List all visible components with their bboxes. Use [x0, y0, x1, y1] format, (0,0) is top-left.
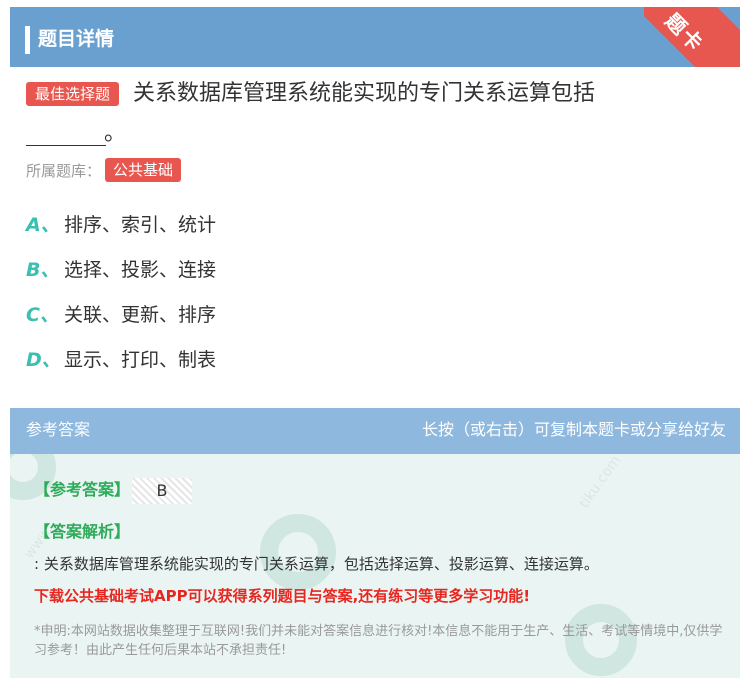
answer-value: B: [132, 478, 192, 504]
option-c[interactable]: C、 关联、更新、排序: [26, 301, 216, 329]
option-letter: D、: [26, 349, 61, 371]
option-text: 显示、打印、制表: [64, 349, 217, 371]
option-text: 排序、索引、统计: [64, 214, 217, 236]
header-bar: 题目详情 题卡: [10, 7, 740, 67]
header-accent-bar: [25, 26, 30, 54]
question-type-tag: 最佳选择题: [26, 82, 120, 106]
corner-ribbon: 题卡: [644, 7, 740, 67]
option-letter: A、: [26, 214, 60, 236]
option-b[interactable]: B、 选择、投影、连接: [26, 256, 216, 284]
disclaimer-text: *申明:本网站数据收集整理于互联网!我们并未能对答案信息进行核对!本信息不能用于…: [34, 624, 723, 658]
answer-header: 参考答案 长按（或右击）可复制本题卡或分享给好友: [10, 408, 740, 454]
ribbon-label: 题卡: [644, 7, 740, 67]
question-blank: [26, 125, 106, 146]
explanation-text: : 关系数据库管理系统能实现的专门关系运算，包括选择运算、投影运算、连接运算。: [34, 555, 599, 573]
question-end-mark: 。: [104, 121, 127, 146]
question-bank-label: 所属题库：: [26, 162, 102, 180]
watermark-text: tiku.com: [576, 454, 624, 512]
option-text: 关联、更新、排序: [64, 304, 217, 326]
answer-label: 【参考答案】: [34, 480, 131, 499]
option-letter: B、: [26, 259, 60, 281]
question-bank-tag[interactable]: 公共基础: [105, 158, 182, 182]
question-text: 关系数据库管理系统能实现的专门关系运算包括: [133, 81, 596, 106]
option-letter: C、: [26, 304, 59, 326]
answer-header-title: 参考答案: [26, 420, 91, 439]
option-d[interactable]: D、 显示、打印、制表: [26, 346, 216, 374]
option-text: 选择、投影、连接: [64, 259, 217, 281]
app-download-link[interactable]: 下载公共基础考试APP可以获得系列题目与答案,还有练习等更多学习功能!: [34, 584, 530, 608]
explanation-label: 【答案解析】: [34, 522, 131, 541]
option-a[interactable]: A、 排序、索引、统计: [26, 211, 216, 239]
page-title: 题目详情: [38, 28, 115, 50]
share-hint: 长按（或右击）可复制本题卡或分享给好友: [421, 420, 726, 439]
